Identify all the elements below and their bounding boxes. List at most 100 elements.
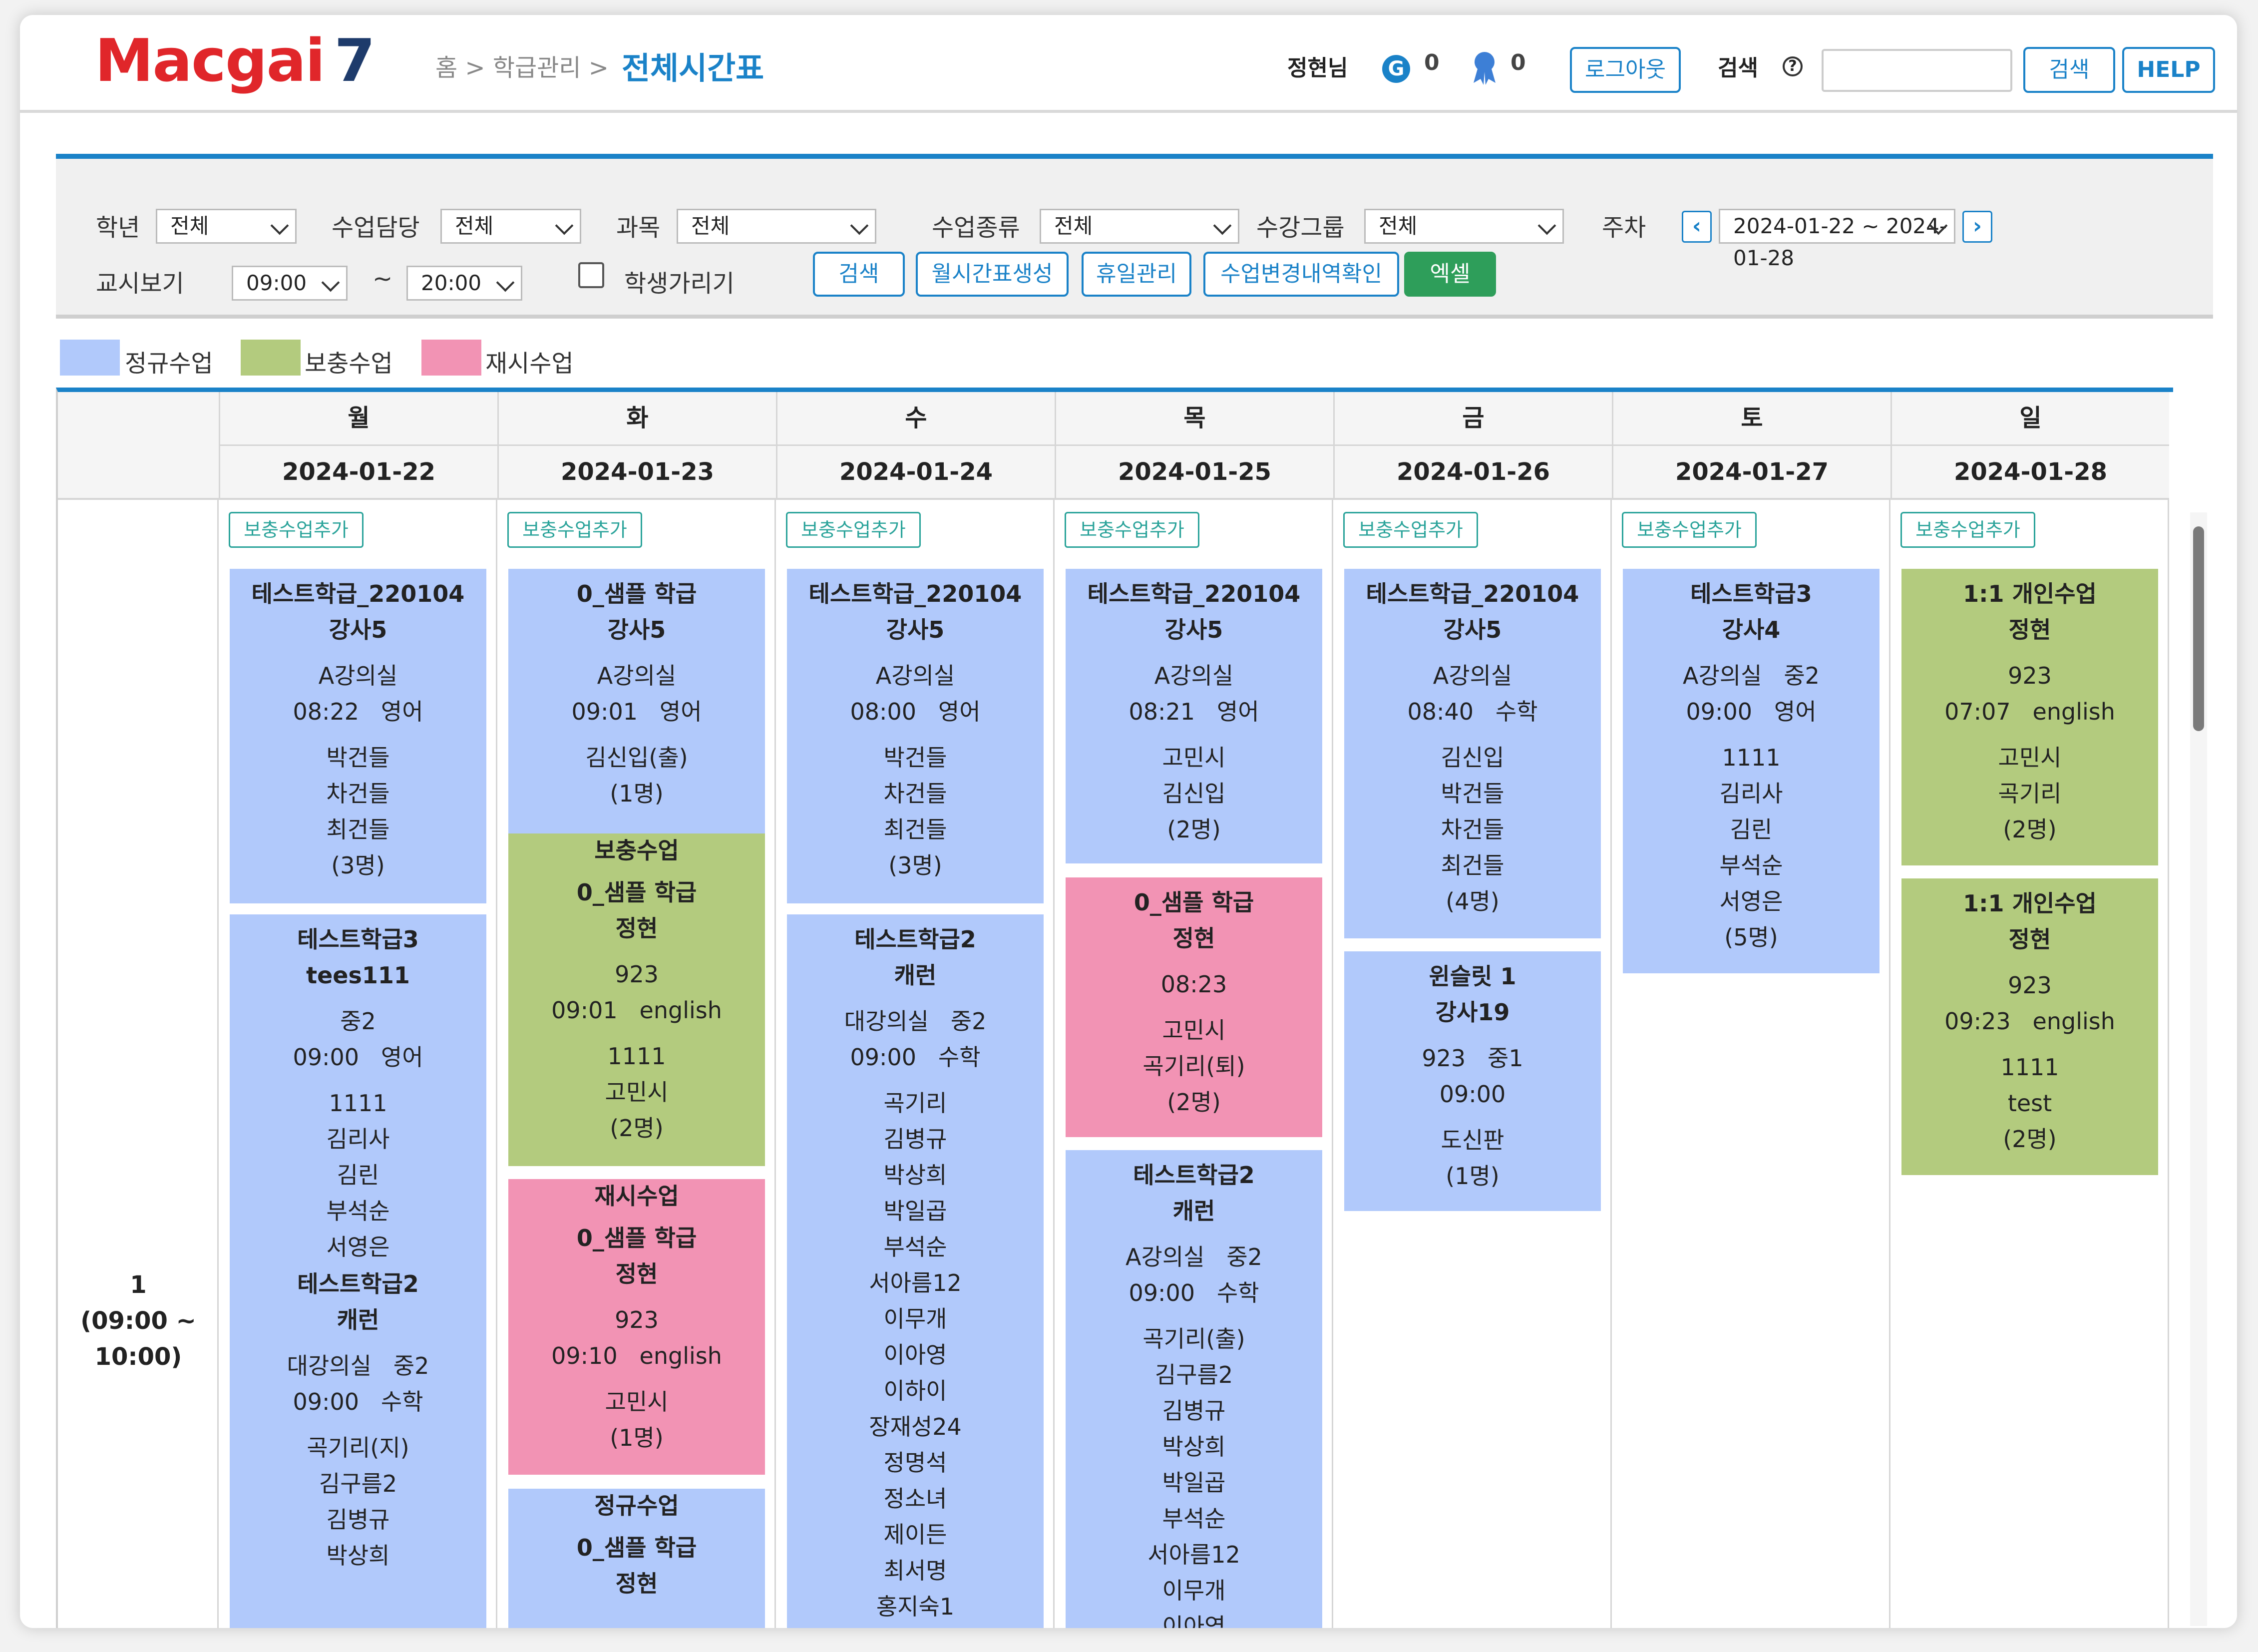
class-card[interactable]: 윈슬릿 1 강사19 923 중1 09:00 도신판 (1명) <box>1344 951 1601 1211</box>
student-name: 최서명 <box>883 1557 947 1584</box>
class-card[interactable]: 1:1 개인수업 정현 923 07:07 english 고민시 곡기리 (2명) <box>1901 569 2158 865</box>
subject-select[interactable]: 전체 <box>677 209 876 244</box>
holiday-management-button[interactable]: 휴일관리 <box>1082 252 1191 297</box>
logout-button[interactable]: 로그아웃 <box>1570 47 1681 93</box>
teacher-name: 강사5 <box>1164 616 1223 643</box>
student-name: 제이든 <box>883 1521 947 1548</box>
scrollbar-thumb[interactable] <box>2193 526 2204 731</box>
class-card[interactable]: 0_샘플 학급 강사5 A강의실 09:01 영어 김신입(출) (1명) <box>508 569 765 834</box>
teacher-name: 정현 <box>615 1570 658 1597</box>
class-info: 08:22 영어 <box>293 698 423 725</box>
class-card[interactable]: 테스트학급_220104 강사5 A강의실 08:22 영어 박건들 차건들 최건들 (3명) <box>230 569 486 903</box>
class-card[interactable]: 테스트학급2 캐런 대강의실 중2 09:00 수학 곡기리 김병규 박상희 박일곱 부석순 서아… <box>787 914 1044 1628</box>
class-card[interactable]: 보충수업 0_샘플 학급 정현 923 09:01 english 1111 고민시 (2명) <box>508 833 765 1166</box>
student-name: 차건들 <box>883 780 947 807</box>
grade-select[interactable]: 전체 <box>156 209 297 244</box>
excel-button[interactable]: 엑셀 <box>1404 252 1496 297</box>
search-button[interactable]: 검색 <box>2023 47 2115 93</box>
student-name: 박상희 <box>883 1162 947 1189</box>
prev-week-button[interactable]: ‹ <box>1682 211 1712 243</box>
grade-select-value: 전체 <box>170 214 209 238</box>
teacher-select-value: 전체 <box>455 214 494 238</box>
student-name: 박건들 <box>883 744 947 771</box>
class-info: 09:00 <box>1439 1081 1506 1108</box>
help-button[interactable]: HELP <box>2122 47 2215 93</box>
class-card[interactable]: 테스트학급_220104 강사5 A강의실 08:21 영어 고민시 김신입 (2명) <box>1066 569 1322 863</box>
date-header: 2024-01-25 <box>1055 446 1333 500</box>
add-supplement-button[interactable]: 보충수업추가 <box>229 512 364 548</box>
student-name: (3명) <box>331 852 385 879</box>
student-name: 박상희 <box>326 1542 390 1569</box>
add-supplement-button[interactable]: 보충수업추가 <box>1065 512 1199 548</box>
search-input[interactable] <box>1822 49 2012 92</box>
student-name: 부석순 <box>1162 1505 1226 1532</box>
add-supplement-button[interactable]: 보충수업추가 <box>1622 512 1757 548</box>
class-change-history-button[interactable]: 수업변경내역확인 <box>1203 252 1399 297</box>
class-info: 923 중1 <box>1422 1045 1523 1072</box>
class-card[interactable]: 1:1 개인수업 정현 923 09:23 english 1111 test (2명) <box>1901 878 2158 1175</box>
chevron-down-icon <box>850 216 869 235</box>
help-question-icon[interactable]: ? <box>1783 56 1803 76</box>
student-name: 서아름12 <box>1147 1541 1240 1568</box>
student-name: (1명) <box>1446 1163 1500 1190</box>
class-info: A강의실 중2 <box>1126 1243 1262 1270</box>
class-card[interactable]: 0_샘플 학급 정현 08:23 고민시 곡기리(퇴) (2명) <box>1066 877 1322 1137</box>
teacher-name: 강사5 <box>886 616 945 643</box>
add-supplement-button[interactable]: 보충수업추가 <box>1900 512 2035 548</box>
student-name: 1111 <box>607 1043 666 1070</box>
period-from-select[interactable]: 09:00 <box>232 266 348 301</box>
subject-select-value: 전체 <box>691 214 730 238</box>
class-card[interactable]: 테스트학급3 강사4 A강의실 중2 09:00 영어 1111 김리사 김린 부석순 서영은 (… <box>1623 569 1880 973</box>
student-name: (3명) <box>888 852 942 879</box>
period-start: (09:00 ~ <box>80 1307 196 1335</box>
student-name: (2명) <box>1167 816 1221 843</box>
class-name: 테스트학급_220104 <box>1087 580 1301 607</box>
group-select[interactable]: 전체 <box>1364 209 1564 244</box>
filter-search-button[interactable]: 검색 <box>813 252 905 297</box>
student-name: 김린 <box>1730 816 1773 843</box>
day-column: 보충수업추가 0_샘플 학급 강사5 A강의실 09:01 영어 김신입(출) (1명) 보충… <box>497 500 776 1628</box>
class-card[interactable]: 테스트학급_220104 강사5 A강의실 08:00 영어 박건들 차건들 최건들 (3명) <box>787 569 1044 903</box>
student-name: (2명) <box>2003 1126 2057 1153</box>
class-info: A강의실 <box>597 662 677 689</box>
legend-swatch-retest <box>421 340 481 376</box>
breadcrumb: 홈 > 학급관리 > <box>435 54 609 82</box>
class-card[interactable]: 재시수업 0_샘플 학급 정현 923 09:10 english 고민시 (1명) <box>508 1179 765 1475</box>
class-type-select[interactable]: 전체 <box>1040 209 1239 244</box>
group-label: 수강그룹 <box>1256 214 1345 242</box>
teacher-name: 캐런 <box>1172 1198 1215 1225</box>
next-week-button[interactable]: › <box>1962 211 1992 243</box>
day-column: 보충수업추가 테스트학급_220104 강사5 A강의실 08:00 영어 박건들 차건들 최… <box>776 500 1055 1628</box>
hide-students-checkbox[interactable] <box>578 262 604 288</box>
teacher-select[interactable]: 전체 <box>440 209 581 244</box>
add-supplement-button[interactable]: 보충수업추가 <box>507 512 642 548</box>
monthly-schedule-button[interactable]: 월시간표생성 <box>916 252 1069 297</box>
period-1-label: 1 (09:00 ~ 10:00) <box>58 1267 219 1375</box>
add-supplement-button[interactable]: 보충수업추가 <box>1343 512 1478 548</box>
day-of-week-header: 화 <box>497 392 776 446</box>
badge-icon <box>1474 52 1496 85</box>
chevron-down-icon <box>496 273 515 292</box>
week-select[interactable]: 2024-01-22 ~ 2024-01-28 <box>1719 209 1955 270</box>
student-name: 고민시 <box>1162 744 1226 771</box>
student-name: 부석순 <box>326 1198 390 1225</box>
class-card[interactable]: 테스트학급2 캐런 대강의실 중2 09:00 수학 곡기리(지) 김구름2 김병규 박상희 <box>230 1259 486 1628</box>
student-name: 곡기리 <box>1998 780 2062 807</box>
student-name: 고민시 <box>1998 744 2062 771</box>
period-to-select[interactable]: 20:00 <box>406 266 522 301</box>
student-name: 이아영 <box>1162 1613 1226 1628</box>
class-info: 중2 <box>340 1008 376 1035</box>
class-name: 1:1 개인수업 <box>1963 580 2097 607</box>
class-card[interactable]: 정규수업 0_샘플 학급 정현 <box>508 1489 765 1628</box>
class-card[interactable]: 테스트학급2 캐런 A강의실 중2 09:00 수학 곡기리(출) 김구름2 김병규 박상희 박… <box>1066 1150 1322 1628</box>
student-name: (1명) <box>610 1424 664 1451</box>
logo[interactable]: Macgai 7 <box>95 26 376 95</box>
day-of-week-header: 금 <box>1333 392 1612 446</box>
class-card[interactable]: 테스트학급_220104 강사5 A강의실 08:40 수학 김신입 박건들 차건들 최건들 (… <box>1344 569 1601 938</box>
period-to-value: 20:00 <box>421 271 482 295</box>
day-column: 보충수업추가 1:1 개인수업 정현 923 07:07 english 고민시 곡기리 (2… <box>1890 500 2169 1628</box>
add-supplement-button[interactable]: 보충수업추가 <box>786 512 921 548</box>
class-info: 09:01 english <box>551 997 722 1024</box>
class-name: 테스트학급3 <box>297 926 419 953</box>
teacher-name: 강사5 <box>329 616 387 643</box>
